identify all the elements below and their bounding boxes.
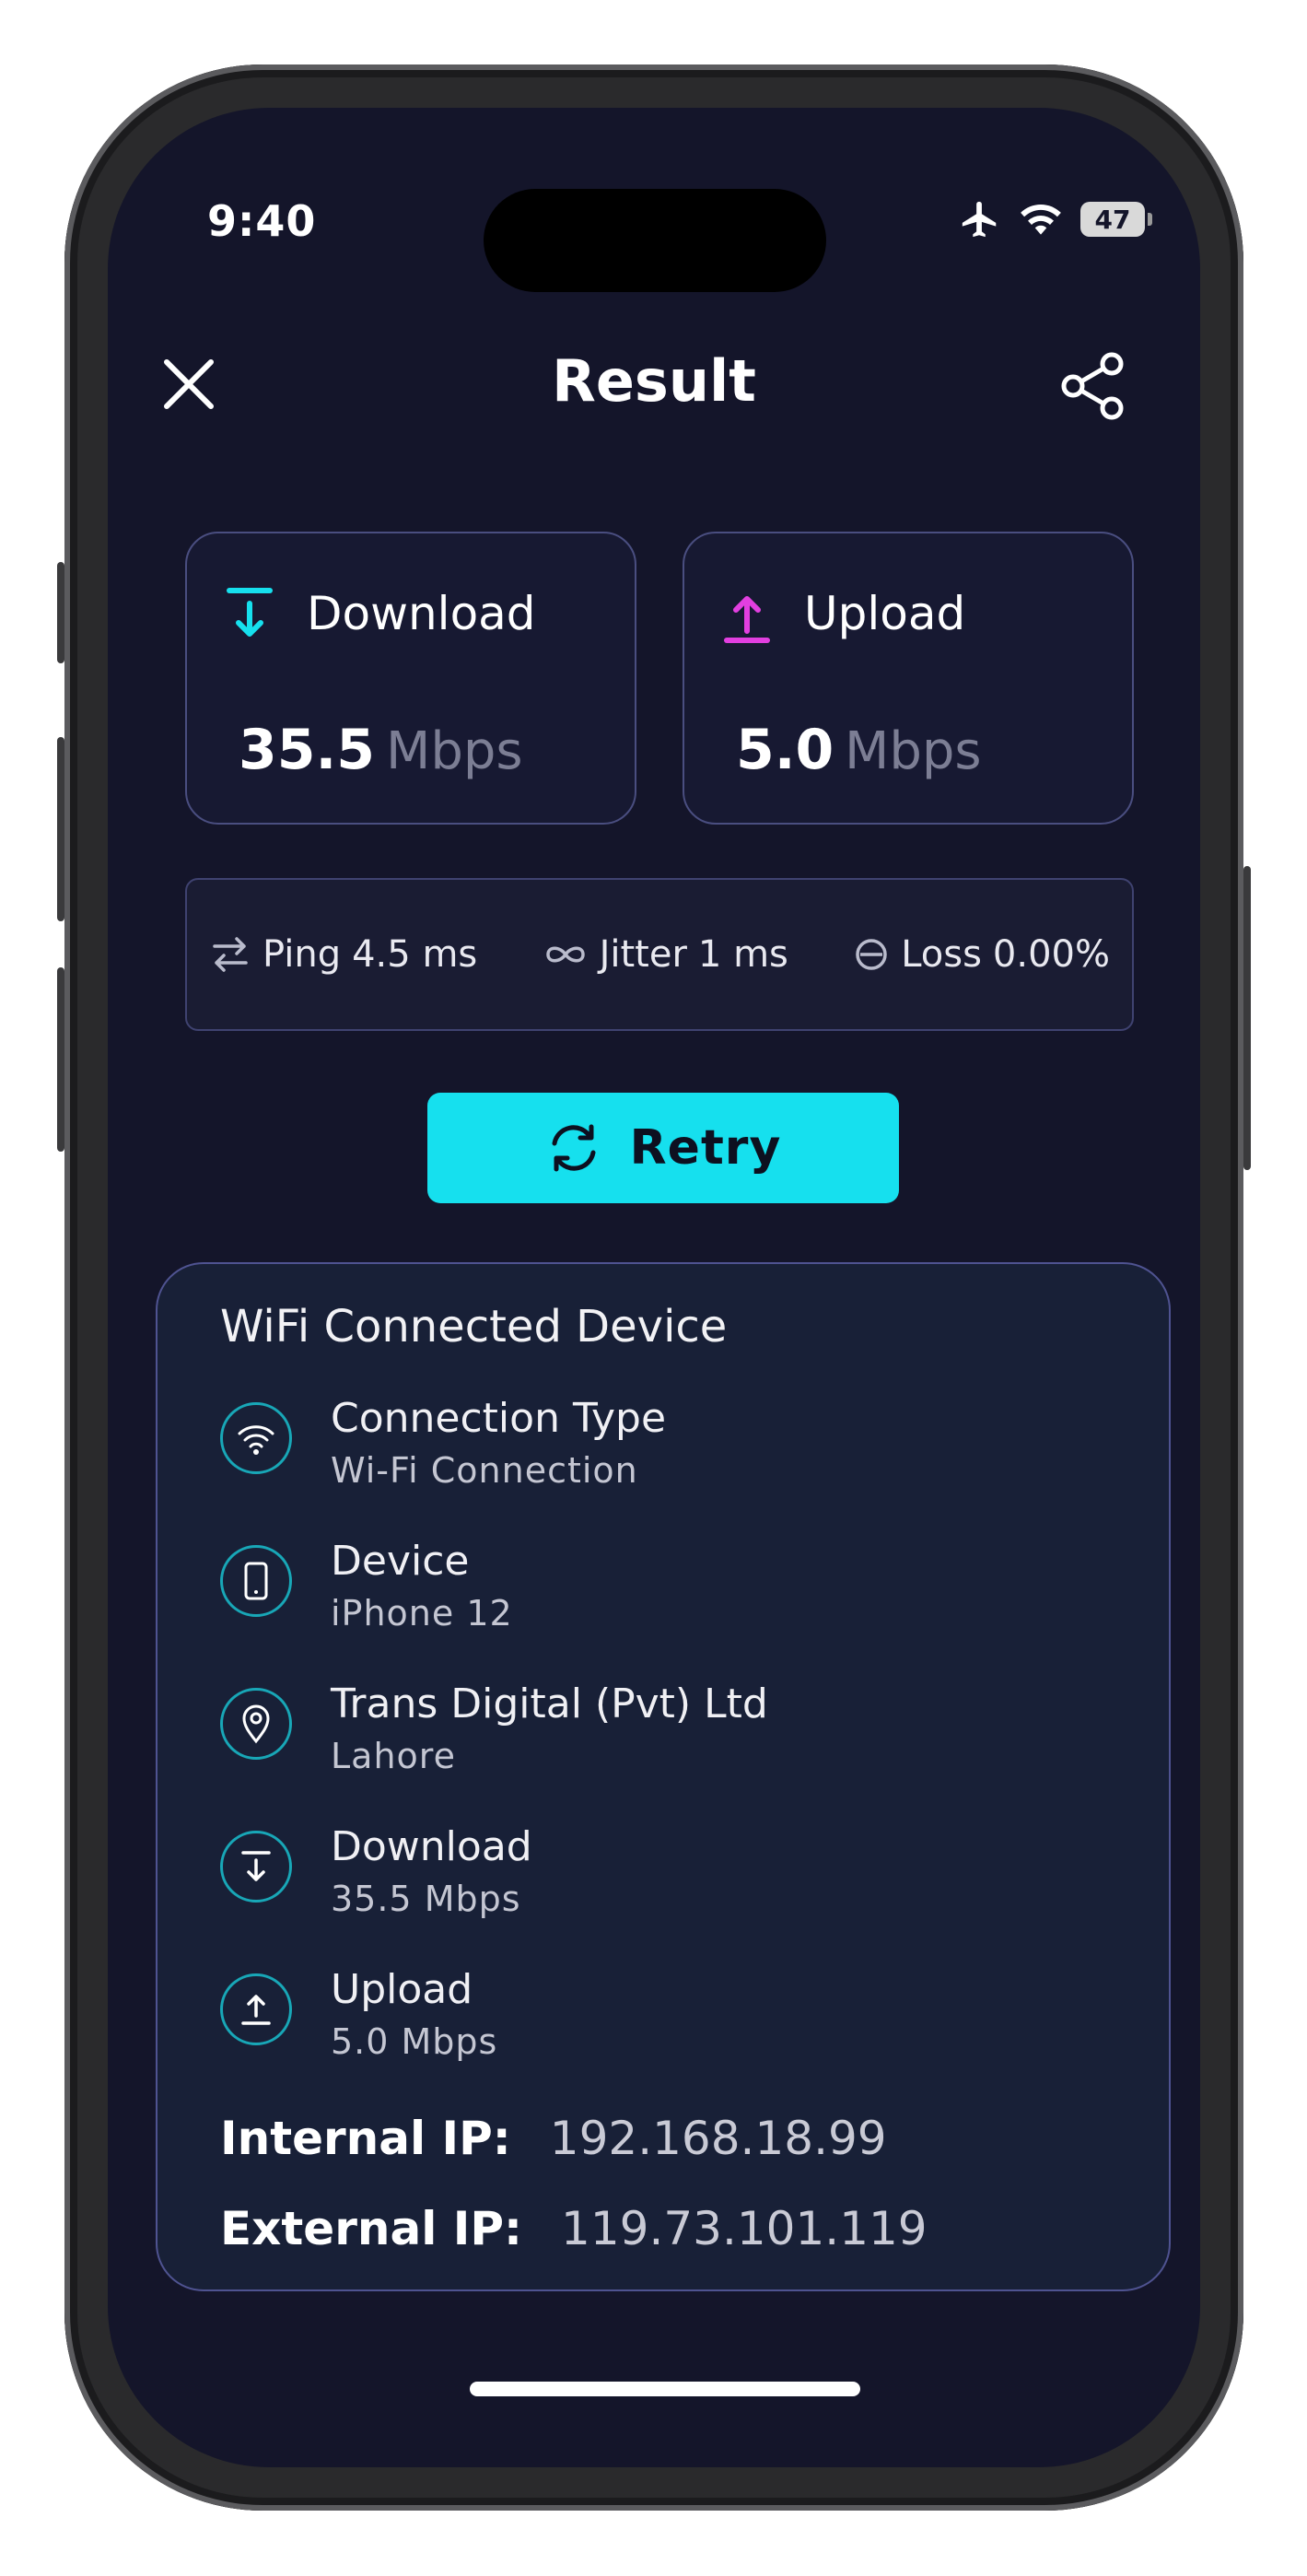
infinity-icon [545, 946, 585, 963]
external-ip-value: 119.73.101.119 [561, 2202, 928, 2255]
metrics-strip: Ping 4.5 ms Jitter 1 ms Loss 0.00% [185, 878, 1134, 1031]
loss-value: 0.00% [992, 933, 1110, 976]
wifi-icon [220, 1402, 292, 1474]
phone-icon [220, 1545, 292, 1617]
info-row-subtitle: Lahore [331, 1736, 456, 1776]
dynamic-island [484, 189, 826, 292]
loss-metric: Loss 0.00% [853, 933, 1110, 976]
external-ip-label: External IP: [220, 2202, 523, 2255]
loss-icon [856, 939, 887, 970]
phone-frame: 9:40 47 Result Download 35.5 Mbps Upload… [57, 64, 1251, 2511]
status-time: 9:40 [207, 196, 317, 246]
upload-card: Upload 5.0 Mbps [683, 532, 1134, 825]
retry-button[interactable]: Retry [427, 1093, 899, 1203]
refresh-icon [552, 1124, 596, 1172]
download-unit: Mbps [386, 721, 523, 781]
upload-label: Upload [804, 587, 966, 640]
ping-value: 4.5 ms [352, 933, 478, 976]
jitter-label: Jitter [599, 933, 687, 976]
ping-metric: Ping 4.5 ms [209, 933, 477, 976]
power-button [1243, 866, 1251, 1170]
external-ip: External IP: 119.73.101.119 [220, 2202, 928, 2255]
battery-indicator: 47 [1080, 202, 1152, 237]
wifi-status-icon [1021, 204, 1061, 235]
volume-up-button [57, 737, 64, 921]
info-title: WiFi Connected Device [220, 1301, 728, 1352]
download-icon [227, 588, 273, 637]
info-row-title: Trans Digital (Pvt) Ltd [331, 1680, 768, 1727]
internal-ip: Internal IP: 192.168.18.99 [220, 2112, 887, 2165]
home-indicator[interactable] [470, 2382, 860, 2396]
info-row-connection: Connection Type Wi-Fi Connection [220, 1395, 1049, 1513]
app-screen: 9:40 47 Result Download 35.5 Mbps Upload… [108, 108, 1200, 2467]
info-row-title: Upload [331, 1966, 473, 2013]
upload-value: 5.0 [736, 718, 834, 782]
info-row-upload: Upload 5.0 Mbps [220, 1966, 1049, 2084]
loss-label: Loss [901, 933, 982, 976]
info-row-isp: Trans Digital (Pvt) Ltd Lahore [220, 1680, 1049, 1798]
ping-arrows-icon [213, 937, 248, 972]
info-row-title: Download [331, 1823, 532, 1870]
jitter-value: 1 ms [697, 933, 788, 976]
action-button [57, 562, 64, 663]
upload-icon [220, 1973, 292, 2045]
download-value: 35.5 [239, 718, 376, 782]
download-card: Download 35.5 Mbps [185, 532, 636, 825]
info-row-device: Device iPhone 12 [220, 1538, 1049, 1656]
info-row-download: Download 35.5 Mbps [220, 1823, 1049, 1941]
info-row-subtitle: 35.5 Mbps [331, 1879, 521, 1919]
airplane-icon [962, 201, 997, 238]
info-row-subtitle: 5.0 Mbps [331, 2021, 498, 2062]
upload-icon [724, 596, 770, 643]
share-icon[interactable] [1056, 349, 1130, 423]
retry-label: Retry [629, 1120, 782, 1176]
location-icon [220, 1688, 292, 1760]
internal-ip-label: Internal IP: [220, 2112, 511, 2165]
jitter-metric: Jitter 1 ms [543, 933, 788, 976]
download-icon [220, 1831, 292, 1903]
device-info-panel: WiFi Connected Device Connection Type Wi… [156, 1262, 1171, 2291]
info-row-title: Device [331, 1538, 470, 1585]
ping-label: Ping [263, 933, 342, 976]
internal-ip-value: 192.168.18.99 [549, 2112, 887, 2165]
upload-unit: Mbps [845, 721, 982, 781]
page-title: Result [552, 347, 756, 415]
battery-level: 47 [1094, 204, 1131, 235]
download-label: Download [307, 587, 536, 640]
info-row-subtitle: iPhone 12 [331, 1593, 513, 1633]
info-row-title: Connection Type [331, 1395, 667, 1442]
info-row-subtitle: Wi-Fi Connection [331, 1450, 638, 1491]
volume-down-button [57, 967, 64, 1152]
status-icons: 47 [959, 198, 1152, 240]
